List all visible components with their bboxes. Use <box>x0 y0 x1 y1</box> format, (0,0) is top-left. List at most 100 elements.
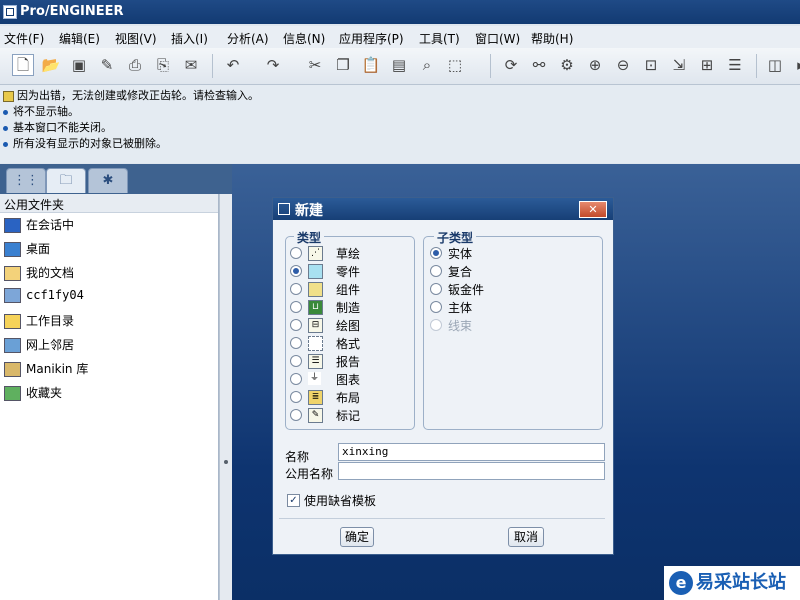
undo-icon[interactable]: ↶ <box>222 54 244 76</box>
watermark-logo: e 易采站长站 <box>664 566 800 600</box>
info-bullet-icon <box>3 125 8 131</box>
model-tree-icon[interactable]: ⚙ <box>556 54 578 76</box>
zoom-out-icon[interactable]: ⊖ <box>612 54 634 76</box>
toolbar-separator <box>756 54 757 78</box>
folder-open-icon <box>4 266 21 281</box>
menu-help[interactable]: 帮助(H) <box>531 30 573 47</box>
favorites-icon <box>4 386 21 401</box>
warning-icon <box>3 90 14 102</box>
use-default-template-label: 使用缺省模板 <box>304 494 377 508</box>
cancel-button[interactable]: 取消 <box>508 527 544 547</box>
select-box-icon[interactable]: ⬚ <box>444 54 466 76</box>
regenerate-icon[interactable]: ⟳ <box>500 54 522 76</box>
name-label: 名称 <box>285 450 310 464</box>
computer-icon <box>4 288 21 303</box>
new-icon[interactable]: 🗋 <box>12 54 34 76</box>
menu-edit[interactable]: 编辑(E) <box>59 30 100 47</box>
named-views-icon[interactable]: ⊞ <box>696 54 718 76</box>
email-icon[interactable]: ✉ <box>180 54 202 76</box>
folder-in-session[interactable]: 在会话中 <box>4 216 74 236</box>
folder-working-directory[interactable]: 工作目录 <box>4 312 74 332</box>
new-dialog: 新建 ✕ 类型 ⋰ 草绘 零件 组件 ⊔ 制造 ⊟ 绘图 格式 ☰ 报告 ⏚ 图表 ≣ 布局… <box>272 197 614 555</box>
menu-file[interactable]: 文件(F) <box>4 30 44 47</box>
use-default-template-checkbox[interactable]: ✓ <box>287 494 300 507</box>
watermark-icon: e <box>669 571 693 595</box>
common-name-label: 公用名称 <box>285 467 334 481</box>
sketch-icon: ⋰ <box>308 246 323 261</box>
menu-view[interactable]: 视图(V) <box>115 30 157 47</box>
tab-favorites[interactable]: ✱ <box>88 168 128 193</box>
drawing-icon: ⊟ <box>308 318 323 333</box>
find-icon[interactable]: ⌕ <box>416 54 438 76</box>
edit-icon[interactable]: ✎ <box>96 54 118 76</box>
menu-insert[interactable]: 插入(I) <box>171 30 208 47</box>
folder-network[interactable]: 网上邻居 <box>4 336 74 356</box>
main-toolbar: 🗋 📂 ▣ ✎ ⎙ ⎘ ✉ ↶ ↷ ✂ ❐ 📋 ▤ ⌕ ⬚ ⟳ ⚯ ⚙ ⊕ ⊖ … <box>0 48 800 85</box>
title-bar: Pro/ENGINEER <box>0 0 800 24</box>
ok-button[interactable]: 确定 <box>340 527 374 547</box>
format-icon <box>308 336 323 351</box>
paste-special-icon[interactable]: ▤ <box>388 54 410 76</box>
part-icon <box>308 264 323 279</box>
folder-my-documents[interactable]: 我的文档 <box>4 264 74 284</box>
window-title: Pro/ENGINEER <box>20 4 124 19</box>
navigator-splitter[interactable] <box>219 194 233 600</box>
folder-desktop[interactable]: 桌面 <box>4 240 50 260</box>
save-icon[interactable]: ▣ <box>68 54 90 76</box>
dialog-title-bar: 新建 ✕ <box>273 198 613 220</box>
splitter-grip-icon[interactable] <box>224 460 228 464</box>
message-line: 将不显示轴。 <box>3 103 79 119</box>
orient-icon[interactable]: ⇲ <box>668 54 690 76</box>
menu-applications[interactable]: 应用程序(P) <box>339 30 404 47</box>
menu-bar: 文件(F) 编辑(E) 视图(V) 插入(I) 分析(A) 信息(N) 应用程序… <box>0 26 800 49</box>
cut-icon[interactable]: ✂ <box>304 54 326 76</box>
type-group-label: 类型 <box>294 229 325 246</box>
folder-favorites[interactable]: 收藏夹 <box>4 384 62 404</box>
copy-icon[interactable]: ❐ <box>332 54 354 76</box>
dialog-separator <box>279 518 605 519</box>
tab-folder-browser[interactable]: 🗀 <box>46 168 86 193</box>
relations-icon[interactable]: ⚯ <box>528 54 550 76</box>
menu-analysis[interactable]: 分析(A) <box>227 30 269 47</box>
network-icon <box>4 338 21 353</box>
navigator-tabs: ⋮⋮ 🗀 ✱ <box>0 164 232 194</box>
dialog-icon <box>278 203 290 215</box>
app-icon <box>3 5 17 19</box>
name-field[interactable] <box>338 443 605 461</box>
more-icon[interactable]: ▸ <box>790 54 800 76</box>
folder-icon <box>4 314 21 329</box>
redo-icon[interactable]: ↷ <box>262 54 284 76</box>
layers-icon[interactable]: ☰ <box>724 54 746 76</box>
monitor-icon <box>4 218 21 233</box>
menu-window[interactable]: 窗口(W) <box>475 30 520 47</box>
send-icon[interactable]: ⎘ <box>152 54 174 76</box>
folder-navigator: 公用文件夹 在会话中 桌面 我的文档 ccf1fy04 工作目录 网上邻居 Ma… <box>0 194 219 600</box>
folder-manikin-library[interactable]: Manikin 库 <box>4 360 88 380</box>
common-name-field[interactable] <box>338 462 605 480</box>
message-area: 因为出错，无法创建或修改正齿轮。请检查输入。 将不显示轴。 基本窗口不能关闭。 … <box>0 85 800 163</box>
message-line: 所有没有显示的对象已被删除。 <box>3 135 167 151</box>
refit-icon[interactable]: ⊡ <box>640 54 662 76</box>
menu-info[interactable]: 信息(N) <box>283 30 325 47</box>
print-icon[interactable]: ⎙ <box>124 54 146 76</box>
toolbar-separator <box>490 54 491 78</box>
subtype-group-label: 子类型 <box>434 229 477 246</box>
message-line: 基本窗口不能关闭。 <box>3 119 112 135</box>
dialog-title: 新建 <box>295 203 323 219</box>
manufacturing-icon: ⊔ <box>308 300 323 315</box>
open-icon[interactable]: 📂 <box>40 54 62 76</box>
paste-icon[interactable]: 📋 <box>360 54 382 76</box>
info-bullet-icon <box>3 109 8 115</box>
info-bullet-icon <box>3 141 8 147</box>
close-button[interactable]: ✕ <box>579 201 607 218</box>
3d-view-icon[interactable]: ◫ <box>764 54 786 76</box>
folder-computer[interactable]: ccf1fy04 <box>4 288 84 308</box>
tab-model-tree[interactable]: ⋮⋮ <box>6 168 46 193</box>
zoom-in-icon[interactable]: ⊕ <box>584 54 606 76</box>
message-line: 因为出错，无法创建或修改正齿轮。请检查输入。 <box>3 87 259 103</box>
diagram-icon: ⏚ <box>308 372 321 385</box>
assembly-icon <box>308 282 323 297</box>
layout-icon: ≣ <box>308 390 323 405</box>
library-icon <box>4 362 21 377</box>
menu-tools[interactable]: 工具(T) <box>419 30 460 47</box>
